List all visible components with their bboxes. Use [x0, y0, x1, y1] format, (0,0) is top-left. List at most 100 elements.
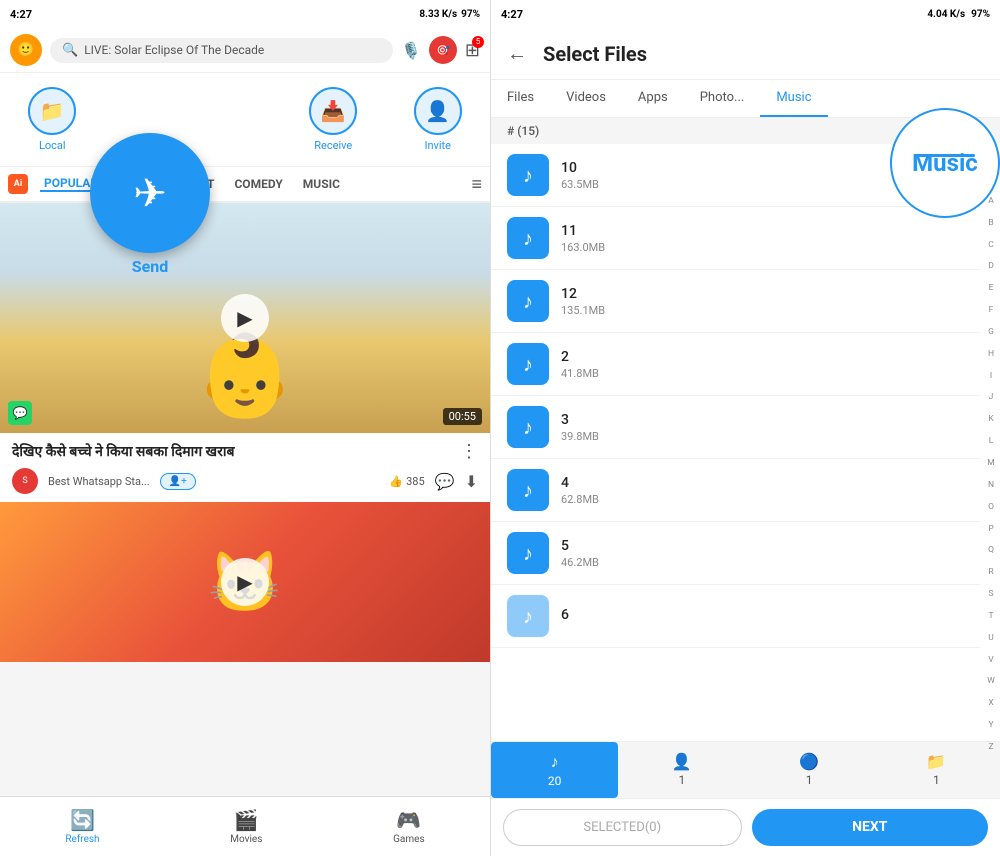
list-item[interactable]: ♪ 5 46.2MB: [491, 522, 980, 585]
time-right: 4:27: [501, 8, 523, 21]
file-size: 39.8MB: [561, 430, 964, 443]
music-file-icon: ♪: [507, 595, 549, 637]
status-icons-right: 4.04 K/s 97%: [927, 9, 990, 20]
type-tab-music[interactable]: ♪ 20: [491, 742, 618, 798]
bottom-action-row: SELECTED(0) NEXT: [491, 798, 1000, 856]
invite-icon: 👤: [414, 87, 462, 135]
file-size: 46.2MB: [561, 556, 964, 569]
alpha-index[interactable]: # A B C D E F G H I J K L M N O P Q R S …: [982, 170, 1000, 756]
video-card-2[interactable]: 🐱 ▶: [0, 502, 490, 662]
type-tab-contacts[interactable]: 👤 1: [618, 742, 745, 798]
play-icon-2: ▶: [221, 558, 269, 606]
video-title: देखिए कैसे बच्चे ने किया सबका दिमाग खराब: [12, 442, 234, 461]
video-bg-2: 🐱 ▶: [0, 502, 490, 662]
avatar: 🙂: [10, 34, 42, 66]
file-name: 12: [561, 286, 964, 302]
status-icons-left: 8.33 K/s 97%: [419, 9, 480, 20]
left-panel: 4:27 8.33 K/s 97% 🙂 🔍 LIVE: Solar Eclips…: [0, 0, 490, 856]
file-name: 11: [561, 223, 964, 239]
list-item[interactable]: ♪ 6: [491, 585, 980, 648]
selected-button[interactable]: SELECTED(0): [503, 809, 742, 846]
battery-right: 97%: [971, 9, 990, 20]
nav-movies-label: Movies: [230, 834, 262, 845]
grid-menu[interactable]: ⊞ 5: [465, 40, 480, 61]
nav-games[interactable]: 🎮 Games: [393, 808, 424, 845]
file-name: 5: [561, 538, 964, 554]
list-item[interactable]: ♪ 2 41.8MB: [491, 333, 980, 396]
music-file-icon: ♪: [507, 217, 549, 259]
list-item[interactable]: ♪ 11 163.0MB: [491, 207, 980, 270]
tab-photos[interactable]: Photo...: [684, 80, 761, 117]
whatsapp-share-icon[interactable]: 💬: [435, 472, 455, 491]
music-file-icon: ♪: [507, 280, 549, 322]
thumb-up-icon: 👍: [389, 475, 403, 488]
mic-icon[interactable]: 🎙️: [401, 41, 421, 60]
tab-comedy[interactable]: COMEDY: [230, 177, 286, 191]
more-menu-icon[interactable]: ≡: [471, 174, 482, 195]
video-thumbnail-1: 👶 ▶ 💬: [0, 203, 490, 433]
folder-type-icon: 📁: [926, 752, 946, 771]
more-options-icon[interactable]: ⋮: [460, 441, 478, 462]
type-tab-folder[interactable]: 📁 1: [873, 742, 1000, 798]
refresh-icon: 🔄: [70, 808, 95, 832]
tab-apps[interactable]: Apps: [622, 80, 684, 117]
file-list: ♪ 10 63.5MB ♪ 11 163.0MB ♪ 12 135.1MB: [491, 144, 1000, 741]
file-size: 135.1MB: [561, 304, 964, 317]
back-button[interactable]: ←: [507, 41, 527, 66]
like-button[interactable]: 👍 385: [389, 475, 424, 488]
local-label: Local: [39, 139, 66, 152]
movies-icon: 🎬: [234, 808, 259, 832]
list-item[interactable]: ♪ 4 62.8MB: [491, 459, 980, 522]
folder-type-count: 1: [933, 773, 940, 787]
invite-label: Invite: [424, 139, 451, 152]
receive-icon: 📥: [309, 87, 357, 135]
play-button[interactable]: ▶: [221, 294, 269, 342]
nav-games-label: Games: [393, 834, 424, 845]
grid-badge: 5: [472, 36, 484, 48]
nav-movies[interactable]: 🎬 Movies: [230, 808, 262, 845]
status-bar-right: 4:27 4.04 K/s 97%: [491, 0, 1000, 28]
search-text: LIVE: Solar Eclipse Of The Decade: [84, 43, 264, 57]
type-tab-media[interactable]: 🔵 1: [746, 742, 873, 798]
follow-button[interactable]: 👤+: [160, 473, 196, 490]
media-type-icon: 🔵: [799, 752, 819, 771]
file-info: 12 135.1MB: [561, 286, 964, 317]
invite-button[interactable]: 👤 Invite: [414, 87, 462, 152]
send-icon: ✈: [133, 170, 167, 217]
play-button-2[interactable]: ▶: [0, 502, 490, 662]
notification-icon[interactable]: 🎯: [429, 36, 457, 64]
music-underline: [915, 154, 975, 157]
send-button-overlay[interactable]: ✈ Send: [90, 133, 210, 276]
action-row: 📁 Local ✈ Send 📥 Receive 👤 Invite: [0, 73, 490, 167]
file-info: 5 46.2MB: [561, 538, 964, 569]
music-circle-content: Music: [912, 149, 978, 177]
video-info-1: देखिए कैसे बच्चे ने किया सबका दिमाग खराब…: [0, 433, 490, 502]
nav-refresh[interactable]: 🔄 Refresh: [65, 808, 99, 845]
tab-videos[interactable]: Videos: [550, 80, 622, 117]
local-button[interactable]: 📁 Local: [28, 87, 76, 152]
receive-button[interactable]: 📥 Receive: [309, 87, 357, 152]
channel-name: Best Whatsapp Sta...: [48, 475, 150, 488]
list-item[interactable]: ♪ 12 135.1MB: [491, 270, 980, 333]
list-item[interactable]: ♪ 3 39.8MB: [491, 396, 980, 459]
speed-right: 4.04 K/s: [927, 9, 965, 20]
page-title: Select Files: [543, 42, 984, 66]
download-icon[interactable]: ⬇: [465, 472, 478, 491]
video-title-row: देखिए कैसे बच्चे ने किया सबका दिमाग खराब…: [12, 441, 478, 462]
send-label: Send: [90, 257, 210, 276]
ai-badge: Ai: [8, 174, 28, 194]
search-input[interactable]: 🔍 LIVE: Solar Eclipse Of The Decade: [50, 38, 393, 63]
search-bar: 🙂 🔍 LIVE: Solar Eclipse Of The Decade 🎙️…: [0, 28, 490, 73]
contacts-type-count: 1: [679, 773, 686, 787]
next-button[interactable]: NEXT: [752, 809, 989, 846]
tab-files[interactable]: Files: [491, 80, 550, 117]
contacts-type-icon: 👤: [672, 752, 692, 771]
search-icon: 🔍: [62, 43, 78, 58]
tab-music[interactable]: MUSIC: [299, 177, 344, 191]
type-tabs: ♪ 20 👤 1 🔵 1 📁 1: [491, 741, 1000, 798]
channel-avatar: S: [12, 468, 38, 494]
video-card-1[interactable]: 👶 ▶ 💬 00:55: [0, 203, 490, 433]
file-name: 3: [561, 412, 964, 428]
tab-music[interactable]: Music: [760, 80, 827, 117]
music-file-icon: ♪: [507, 343, 549, 385]
